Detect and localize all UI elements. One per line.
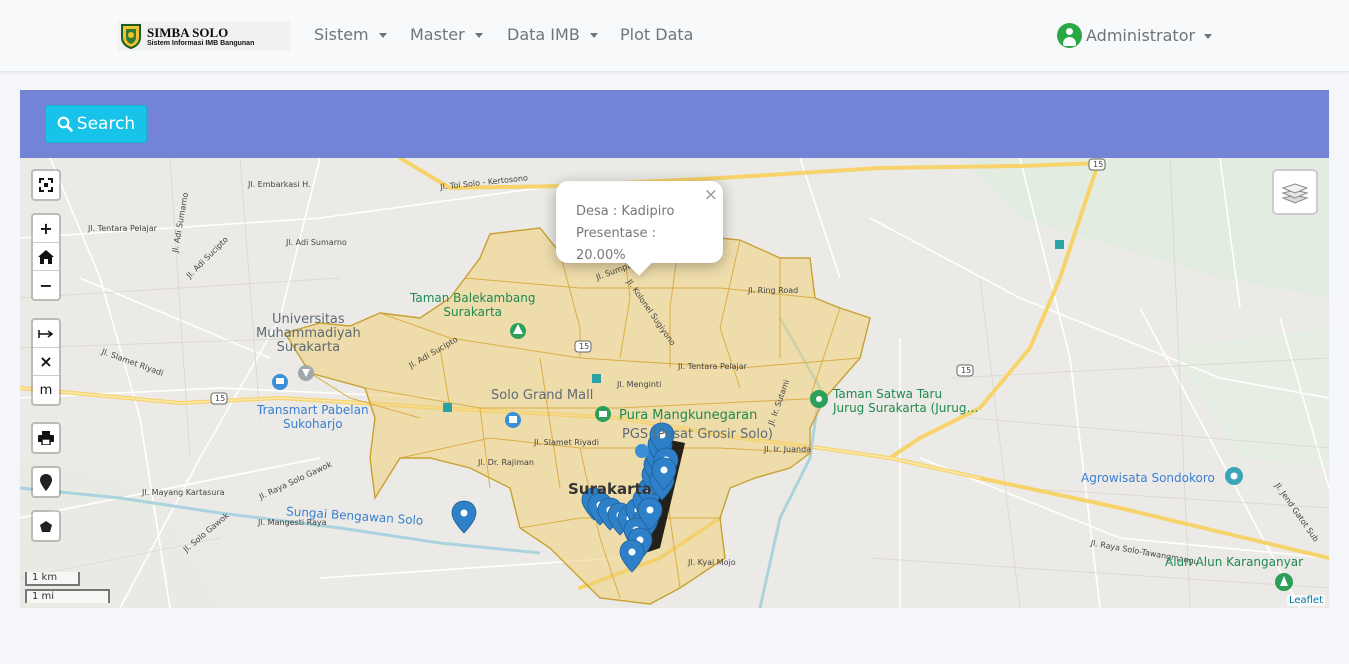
popup-close-button[interactable]: × [704, 184, 718, 206]
scale-km: 1 km [25, 572, 80, 586]
caret-down-icon [589, 33, 598, 38]
scale-mi: 1 mi [25, 589, 110, 603]
popup-presentase-text: Presentase : 20.00% [576, 226, 657, 263]
place-label-alun-alun: Alun Alun Karanganyar [1165, 555, 1304, 569]
street-label: Jl. Slamet Riyadi [534, 438, 599, 447]
place-label-agrowisata: Agrowisata Sondokoro [1081, 471, 1215, 485]
measure-arrow-icon [38, 329, 54, 338]
measure-clear-button[interactable]: × [33, 348, 59, 376]
print-icon [38, 431, 54, 445]
zoom-in-button[interactable]: + [33, 215, 59, 243]
place-label-transmart: Transmart Pabelan Sukoharjo [257, 403, 369, 431]
user-avatar-icon [1057, 23, 1082, 48]
street-label: Jl. Ir. Juanda [764, 445, 812, 454]
road-number-label: 15 [1093, 160, 1104, 169]
place-label-balekambang: Taman Balekambang Surakarta [410, 291, 536, 319]
print-button[interactable] [33, 424, 59, 452]
search-toolbar: Search [20, 90, 1329, 158]
search-button-label: Search [76, 114, 136, 134]
caret-down-icon [1204, 34, 1213, 39]
zoom-out-button[interactable]: − [33, 271, 59, 299]
zoom-home-button[interactable] [33, 243, 59, 271]
nav-label: Sistem [314, 25, 369, 44]
nav-label: Data IMB [507, 25, 580, 44]
place-label-solo-grand-mall: Solo Grand Mall [491, 388, 594, 403]
road-number-label: 15 [961, 366, 972, 375]
road-number-label: 15 [215, 394, 226, 403]
draw-marker-button[interactable] [33, 468, 59, 496]
brand-title: SIMBA SOLO [147, 24, 229, 40]
street-label: Jl. Tentara Pelajar [678, 362, 747, 371]
street-label: Jl. Menginti [617, 380, 662, 389]
draw-polygon-button[interactable] [33, 512, 59, 540]
leaflet-attribution-link[interactable]: Leaflet [1286, 595, 1325, 606]
nav-label: Plot Data [620, 25, 694, 44]
street-label: Jl. Tentara Pelajar [88, 224, 157, 233]
layers-control-button[interactable] [1272, 169, 1318, 215]
layers-icon [1281, 183, 1309, 204]
caret-down-icon [378, 33, 387, 38]
fullscreen-control [31, 169, 61, 201]
street-label: Jl. Mayang Kartasura [142, 488, 225, 497]
street-label: Jl. Ring Road [748, 286, 799, 295]
measure-unit-button[interactable]: m [33, 376, 59, 404]
draw-polygon-control [31, 510, 61, 542]
search-button[interactable]: Search [45, 105, 147, 143]
nav-label: Master [410, 25, 465, 44]
place-label-taman-satwa: Taman Satwa Taru Jurug Surakarta (Jurug… [833, 387, 979, 415]
street-label: Jl. Kyai Mojo [688, 558, 736, 567]
caret-down-icon [474, 33, 483, 38]
measure-button[interactable] [33, 320, 59, 348]
draw-marker-control [31, 466, 61, 498]
zoom-control: + − [31, 213, 61, 301]
home-icon [38, 249, 54, 264]
nav-data-imb-dropdown[interactable]: Data IMB [507, 25, 598, 44]
print-control [31, 422, 61, 454]
nav-sistem-dropdown[interactable]: Sistem [314, 25, 387, 44]
place-label-ums: Universitas Muhammadiyah Surakarta [256, 312, 361, 355]
place-label-pgs: PGS (Pusat Grosir Solo) [622, 427, 773, 442]
map-pin-icon [40, 473, 52, 491]
nav-plot-data-link[interactable]: Plot Data [620, 25, 693, 44]
coat-of-arms-icon [121, 24, 141, 49]
user-menu-dropdown[interactable]: Administrator [1057, 23, 1213, 48]
nav-master-dropdown[interactable]: Master [410, 25, 483, 44]
street-label: Jl. Embarkasi H. [248, 180, 311, 189]
street-label: Jl. Dr. Rajiman [478, 458, 534, 467]
street-label: Jl. Adi Sumarno [286, 238, 347, 247]
place-label-surakarta: Surakarta [568, 480, 652, 498]
single-marker [451, 500, 477, 534]
measure-control: × m [31, 318, 61, 406]
road-number-label: 15 [579, 342, 590, 351]
place-label-pura-mangkunegaran: Pura Mangkunegaran [619, 408, 758, 423]
fullscreen-button[interactable] [33, 171, 59, 199]
brand-subtitle: Sistem Informasi IMB Bangunan [147, 39, 255, 47]
search-icon [57, 116, 73, 132]
popup-desa-text: Desa : Kadipiro [576, 204, 675, 219]
user-name: Administrator [1086, 26, 1196, 45]
top-navbar: SIMBA SOLO Sistem Informasi IMB Bangunan… [0, 0, 1349, 72]
map-popup: × Desa : Kadipiro Presentase : 20.00% [556, 181, 723, 276]
polygon-icon [40, 520, 52, 532]
brand-logo-link[interactable]: SIMBA SOLO Sistem Informasi IMB Bangunan [118, 21, 290, 51]
map-view[interactable]: 15 15 15 15 Jl. Tol Solo - Kertosono Jl.… [20, 158, 1329, 608]
fullscreen-icon [39, 178, 53, 192]
